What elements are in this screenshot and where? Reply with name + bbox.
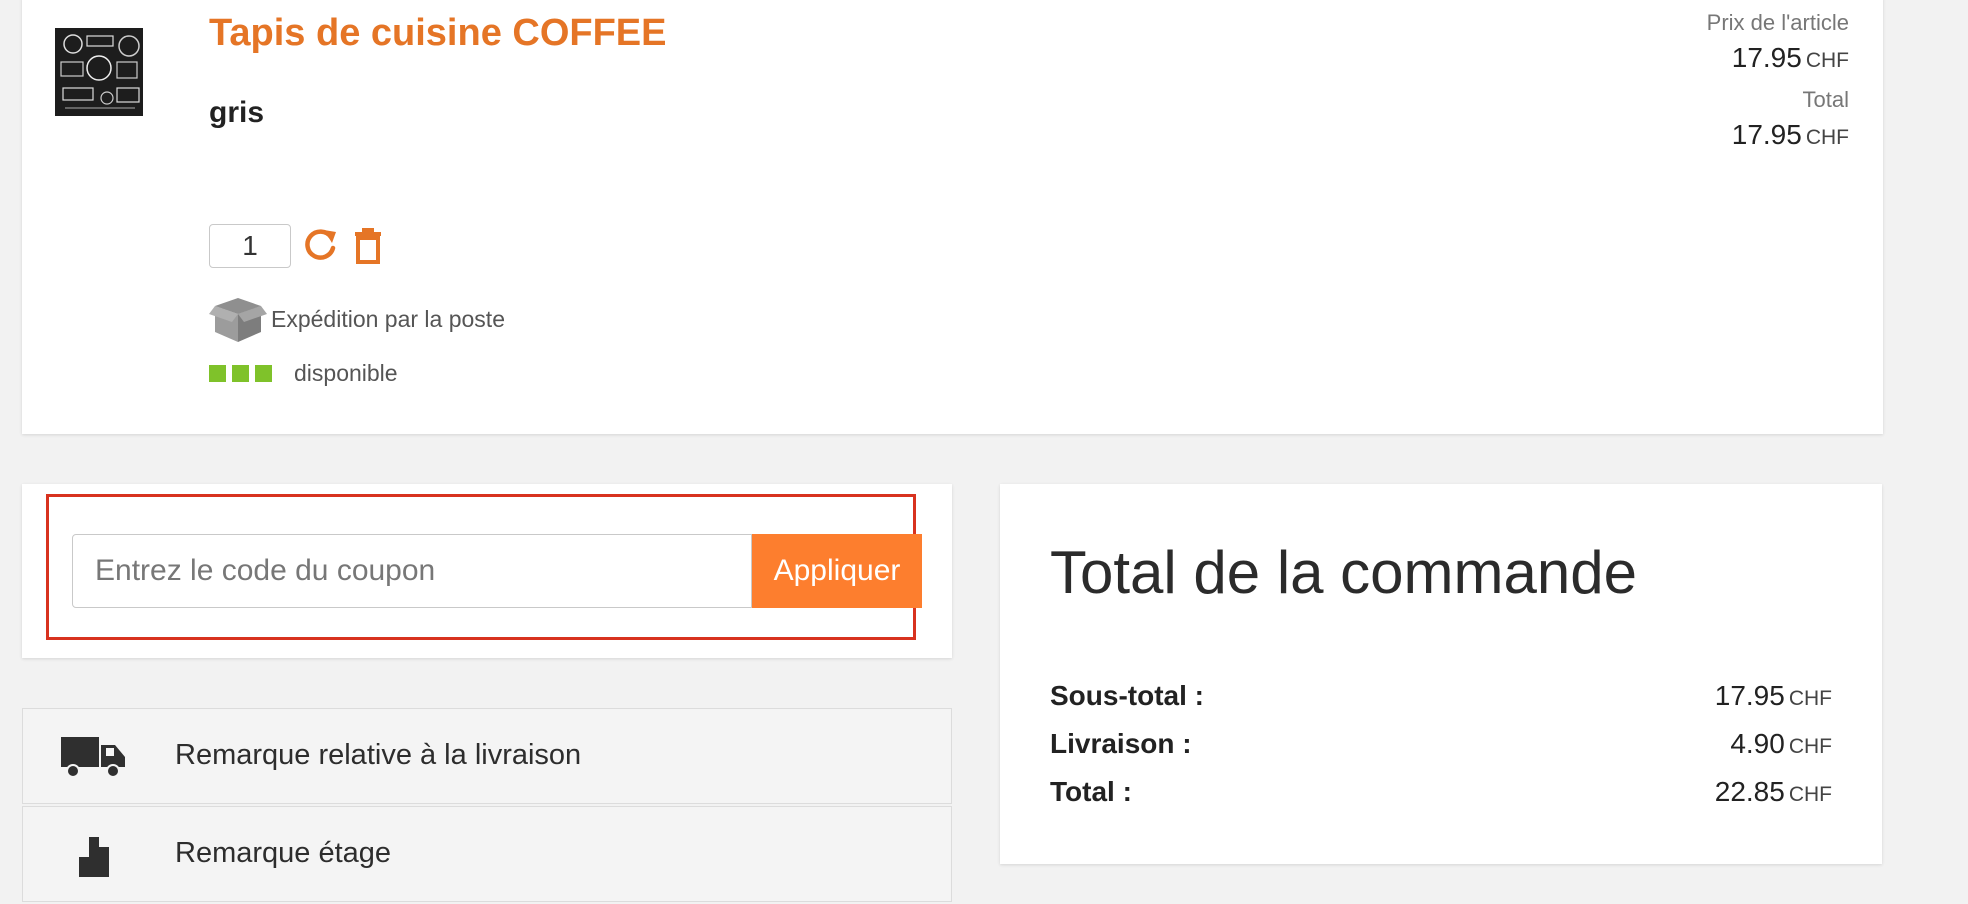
stock-status: disponible [209,360,398,387]
cart-item-card: Tapis de cuisine COFFEE gris Prix de l'a… [22,0,1883,434]
subtotal-label: Sous-total : [1050,680,1204,711]
coupon-card: Appliquer [22,484,952,658]
subtotal-value: 17.95 CHF [1715,680,1832,712]
unit-price-value: 17.95 [1731,42,1802,73]
coffee-mat-image [55,28,143,116]
refresh-icon[interactable] [301,226,339,266]
remark-floor-label: Remarque étage [175,837,392,869]
stairs-icon [79,837,109,877]
unit-price-label: Prix de l'article [1706,10,1849,35]
item-total-value: 17.95 [1731,119,1802,150]
product-thumbnail[interactable] [55,28,143,116]
shipping-text: Expédition par la poste [271,305,505,332]
currency-label: CHF [1788,735,1832,758]
coupon-code-input[interactable] [72,534,752,608]
remark-delivery[interactable]: Remarque relative à la livraison [22,708,952,804]
shipping-label: Livraison : [1050,728,1192,759]
item-total: 17.95 CHF [1707,115,1849,158]
grand-total-label: Total : [1050,776,1132,807]
trash-icon[interactable] [349,226,387,266]
apply-coupon-button[interactable]: Appliquer [752,534,922,608]
currency-label: CHF [1788,687,1832,710]
grand-total-row: Total : 22.85 CHF [1050,776,1832,808]
grand-total-value: 22.85 CHF [1715,776,1832,808]
currency-label: CHF [1805,49,1849,72]
currency-label: CHF [1805,126,1849,149]
remarks-list: Remarque relative à la livraison Remarqu… [22,708,952,904]
stock-indicator-square [255,365,272,382]
unit-price: 17.95 CHF [1707,38,1849,81]
stock-indicator-square [209,365,226,382]
shipping-amount: 4.90 [1730,728,1785,759]
product-title[interactable]: Tapis de cuisine COFFEE [209,12,667,55]
quantity-controls [209,224,387,268]
order-total-card: Total de la commande Sous-total : 17.95 C… [1000,484,1882,864]
currency-label: CHF [1788,783,1832,806]
subtotal-amount: 17.95 [1714,680,1785,711]
subtotal-row: Sous-total : 17.95 CHF [1050,680,1832,712]
box-icon [209,298,267,342]
remark-delivery-label: Remarque relative à la livraison [175,739,582,771]
grand-total-amount: 22.85 [1714,776,1785,807]
price-column: Prix de l'article 17.95 CHF Total 17.95 CH… [1707,8,1849,162]
truck-icon [61,737,125,778]
stock-indicator-square [232,365,249,382]
stock-text: disponible [294,360,398,386]
item-total-label: Total [1802,87,1849,112]
product-variant: gris [209,96,265,129]
shipping-value: 4.90 CHF [1730,728,1832,760]
remark-floor[interactable]: Remarque étage [22,806,952,902]
quantity-input[interactable] [209,224,291,268]
order-total-title: Total de la commande [1050,539,1637,606]
shipping-row: Livraison : 4.90 CHF [1050,728,1832,760]
shipping-info: Expédition par la poste [209,292,505,346]
